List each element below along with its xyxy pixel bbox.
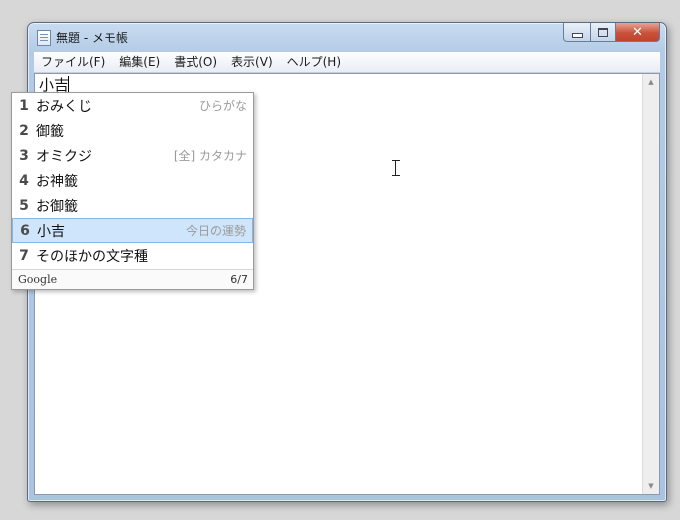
- candidate-item[interactable]: 3 オミクジ [全] カタカナ: [12, 143, 253, 168]
- candidate-text: 御籤: [36, 123, 64, 140]
- menu-view[interactable]: 表示(V): [224, 52, 280, 72]
- candidate-text: 小吉: [37, 223, 65, 240]
- candidate-text: おみくじ: [36, 98, 92, 115]
- candidate-item[interactable]: 7 そのほかの文字種: [12, 243, 253, 268]
- title-bar[interactable]: 無題 - メモ帳 ✕: [28, 23, 666, 51]
- menu-help[interactable]: ヘルプ(H): [280, 52, 348, 72]
- candidate-item-selected[interactable]: 6 小吉 今日の運勢: [12, 218, 253, 243]
- minimize-button[interactable]: [563, 23, 591, 42]
- candidate-note: ひらがな: [198, 99, 247, 113]
- candidate-text: お神籤: [36, 173, 78, 190]
- scroll-up-arrow-icon[interactable]: ▲: [643, 74, 659, 90]
- candidate-number: 2: [19, 122, 29, 139]
- window-controls: ✕: [563, 23, 660, 42]
- candidate-text: お御籤: [36, 198, 78, 215]
- candidate-text: そのほかの文字種: [36, 248, 148, 265]
- candidate-note: [全] カタカナ: [173, 149, 247, 163]
- notepad-icon[interactable]: [37, 30, 51, 46]
- ime-brand-label: Google: [18, 273, 58, 286]
- menu-edit[interactable]: 編集(E): [112, 52, 167, 72]
- ime-footer: Google 6/7: [12, 269, 253, 289]
- menu-bar: ファイル(F) 編集(E) 書式(O) 表示(V) ヘルプ(H): [34, 52, 660, 73]
- vertical-scrollbar[interactable]: ▲ ▼: [642, 74, 659, 494]
- candidate-item[interactable]: 5 お御籤: [12, 193, 253, 218]
- ibeam-cursor-icon: [392, 160, 400, 176]
- candidate-note: 今日の運勢: [185, 224, 246, 238]
- ime-candidate-window: 1 おみくじ ひらがな 2 御籤 3 オミクジ [全] カタカナ 4 お神籤 5…: [11, 92, 254, 290]
- text-caret: [68, 76, 69, 93]
- candidate-item[interactable]: 2 御籤: [12, 118, 253, 143]
- candidate-number: 1: [19, 97, 29, 114]
- maximize-icon: [598, 27, 608, 37]
- window-title: 無題 - メモ帳: [56, 31, 128, 45]
- candidate-count: 6/7: [230, 273, 248, 286]
- candidate-number: 7: [19, 247, 29, 264]
- scroll-down-arrow-icon[interactable]: ▼: [643, 478, 659, 494]
- candidate-item[interactable]: 1 おみくじ ひらがな: [12, 93, 253, 118]
- menu-file[interactable]: ファイル(F): [34, 52, 112, 72]
- menu-format[interactable]: 書式(O): [167, 52, 224, 72]
- candidate-number: 6: [20, 222, 30, 239]
- candidate-text: オミクジ: [36, 148, 92, 165]
- close-icon: ✕: [632, 24, 643, 40]
- close-button[interactable]: ✕: [616, 23, 660, 42]
- candidate-number: 3: [19, 147, 29, 164]
- candidate-number: 5: [19, 197, 29, 214]
- maximize-button[interactable]: [591, 23, 616, 42]
- minimize-icon: [571, 32, 583, 38]
- candidate-item[interactable]: 4 お神籤: [12, 168, 253, 193]
- candidate-number: 4: [19, 172, 29, 189]
